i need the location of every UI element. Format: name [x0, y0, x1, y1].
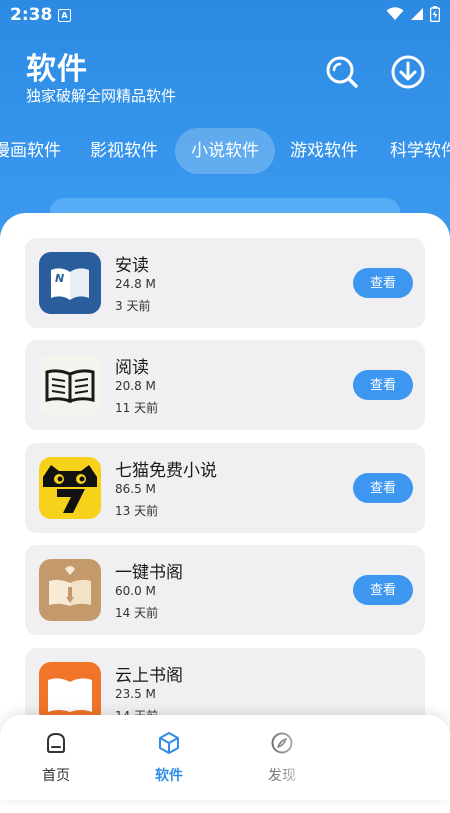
list-item[interactable]: 阅读 20.8 M 11 天前 查看 — [25, 340, 425, 430]
app-size: 60.0 M — [115, 584, 156, 598]
app-size: 20.8 M — [115, 379, 156, 393]
app-name: 云上书阁 — [115, 666, 183, 686]
cube-icon — [159, 732, 179, 754]
list-item[interactable]: 七猫免费小说 86.5 M 13 天前 查看 — [25, 443, 425, 533]
list-item[interactable]: 一键书阁 60.0 M 14 天前 查看 — [25, 545, 425, 635]
app-updated: 13 天前 — [115, 504, 159, 518]
bottom-nav-fade — [250, 715, 450, 800]
battery-icon — [430, 6, 440, 22]
category-tabs: 漫画软件 影视软件 小说软件 游戏软件 科学软件 — [0, 128, 450, 174]
list-item[interactable]: N 安读 24.8 M 3 天前 查看 — [25, 238, 425, 328]
page-subtitle: 独家破解全网精品软件 — [26, 87, 177, 105]
status-icons — [386, 6, 440, 22]
cat-seven-icon — [39, 457, 101, 519]
app-size: 24.8 M — [115, 277, 156, 291]
app-name: 一键书阁 — [115, 563, 183, 583]
nav-software-label: 软件 — [155, 768, 183, 784]
view-button[interactable]: 查看 — [353, 370, 413, 400]
book-pen-icon — [39, 559, 101, 621]
tab-comic[interactable]: 漫画软件 — [0, 128, 61, 174]
view-button[interactable]: 查看 — [353, 575, 413, 605]
wifi-icon — [386, 7, 404, 20]
app-name: 安读 — [115, 256, 149, 276]
app-size: 86.5 M — [115, 482, 156, 496]
notification-badge: A — [58, 9, 71, 22]
app-size: 23.5 M — [115, 687, 156, 701]
open-book-icon — [39, 354, 101, 416]
app-updated: 3 天前 — [115, 299, 151, 313]
app-name: 七猫免费小说 — [115, 461, 217, 481]
status-bar: 2:38 A — [0, 0, 450, 30]
app-updated: 14 天前 — [115, 606, 159, 620]
tab-science[interactable]: 科学软件 — [390, 128, 450, 174]
signal-icon — [411, 8, 423, 20]
home-icon — [47, 732, 65, 753]
tab-novel[interactable]: 小说软件 — [175, 128, 275, 174]
svg-text:N: N — [55, 272, 64, 285]
search-icon — [326, 56, 358, 88]
app-name: 阅读 — [115, 358, 149, 378]
status-time: 2:38 — [10, 5, 53, 25]
search-button[interactable] — [322, 52, 362, 92]
download-button[interactable] — [388, 52, 428, 92]
tab-video[interactable]: 影视软件 — [90, 128, 158, 174]
view-button[interactable]: 查看 — [353, 268, 413, 298]
app-updated: 11 天前 — [115, 401, 159, 415]
nav-home[interactable]: 首页 — [16, 731, 96, 785]
page-title: 软件 — [26, 52, 88, 87]
nav-home-label: 首页 — [42, 768, 70, 784]
view-button[interactable]: 查看 — [353, 473, 413, 503]
download-icon — [391, 55, 425, 89]
nav-software[interactable]: 软件 — [129, 731, 209, 785]
book-n-icon: N — [39, 252, 101, 314]
tab-game[interactable]: 游戏软件 — [290, 128, 358, 174]
